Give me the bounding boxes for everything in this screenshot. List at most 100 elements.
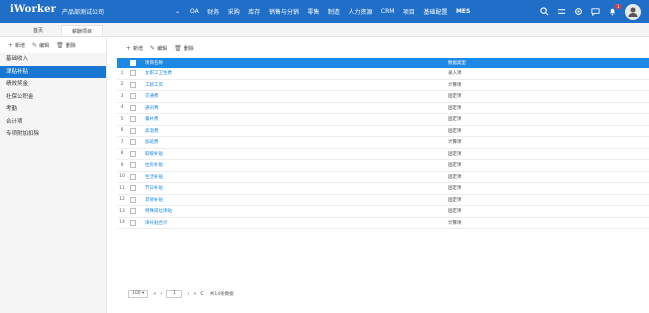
- row-checkbox[interactable]: [130, 139, 136, 146]
- item-delete-button[interactable]: 🗑 删除: [174, 45, 194, 52]
- table-row[interactable]: 6 高温费 固定项: [117, 126, 649, 137]
- item-name-link[interactable]: 餐补费: [139, 116, 444, 122]
- row-checkbox[interactable]: [130, 219, 136, 226]
- page-tab-strip: 首页 薪酬项目: [0, 23, 649, 37]
- brand-logo[interactable]: iWorker: [10, 4, 56, 15]
- row-checkbox[interactable]: [130, 196, 136, 203]
- table-row[interactable]: 2 工龄工资 计算项: [117, 80, 649, 91]
- row-checkbox[interactable]: [130, 173, 136, 180]
- category-item-attendance[interactable]: 考勤: [0, 103, 106, 116]
- category-edit-button[interactable]: ✎ 编辑: [32, 42, 49, 49]
- nav-item-retail[interactable]: 零售: [307, 7, 319, 16]
- table-row[interactable]: 9 住房补贴 固定项: [117, 160, 649, 172]
- nav-item-hr[interactable]: 人力资源: [348, 7, 372, 16]
- item-name-link[interactable]: 女职工卫生费: [139, 70, 444, 76]
- table-row[interactable]: 14 津补贴合计 计算项: [117, 218, 649, 229]
- category-item-basic-income[interactable]: 基础收入: [0, 53, 106, 66]
- last-page-button[interactable]: »: [193, 291, 196, 297]
- item-name-link[interactable]: 通讯费: [139, 105, 444, 111]
- category-delete-button[interactable]: 🗑 删除: [56, 42, 76, 49]
- row-number: 14: [119, 220, 125, 226]
- table-row[interactable]: 4 通讯费 固定项: [117, 103, 649, 114]
- nav-item-manufacturing[interactable]: 制造: [328, 7, 340, 16]
- item-name-link[interactable]: 高温费: [139, 128, 444, 134]
- page-size-select[interactable]: 100 ▾: [128, 289, 149, 298]
- row-checkbox-cell: [127, 127, 139, 134]
- header-checkbox-cell: [127, 60, 139, 66]
- header-data-type[interactable]: 数据类型: [444, 60, 649, 66]
- plus-icon: +: [8, 42, 14, 49]
- item-name-link[interactable]: 取暖补贴: [139, 151, 444, 157]
- edit-icon: ✎: [150, 44, 156, 52]
- nav-item-sales[interactable]: 销售与分销: [269, 7, 299, 16]
- items-panel: + 新增 ✎ 编辑 🗑 删除 项目名称 数据类型 1 女职工卫生费 录入项 2 工龄工资…: [117, 38, 649, 229]
- category-item-special-deduction[interactable]: 专项附加扣除: [0, 128, 106, 141]
- nav-item-basic-config[interactable]: 基础配置: [423, 7, 447, 16]
- row-checkbox[interactable]: [130, 208, 136, 215]
- table-row[interactable]: 8 取暖补贴 固定项: [117, 149, 649, 160]
- row-number: 8: [120, 151, 124, 157]
- table-row[interactable]: 13 特殊岗位津贴 固定项: [117, 206, 649, 218]
- next-page-button[interactable]: ›: [187, 291, 189, 297]
- table-row[interactable]: 1 女职工卫生费 录入项: [117, 68, 649, 80]
- item-name-link[interactable]: 津补贴合计: [139, 220, 444, 226]
- select-all-checkbox[interactable]: [130, 60, 136, 66]
- item-add-button[interactable]: + 新增: [126, 45, 143, 52]
- chat-icon[interactable]: [588, 5, 602, 19]
- category-add-button[interactable]: + 新增: [8, 42, 25, 49]
- item-name-link[interactable]: 特殊岗位津贴: [139, 208, 444, 214]
- header-item-name[interactable]: 项目名称: [139, 60, 444, 66]
- item-name-link[interactable]: 住房补贴: [139, 162, 444, 168]
- table-row[interactable]: 12 其他补贴 固定项: [117, 195, 649, 206]
- item-delete-label: 删除: [183, 45, 194, 52]
- table-row[interactable]: 7 加班费 计算项: [117, 137, 649, 149]
- company-name[interactable]: 产品部测试公司: [62, 7, 104, 16]
- avatar[interactable]: [625, 3, 641, 20]
- search-icon[interactable]: [537, 5, 551, 19]
- item-name-link[interactable]: 加班费: [139, 139, 444, 145]
- bell-icon[interactable]: 1: [605, 3, 621, 19]
- table-row[interactable]: 11 节日补贴 固定项: [117, 183, 649, 195]
- category-item-social-insurance[interactable]: 社保公积金: [0, 91, 106, 104]
- row-checkbox[interactable]: [130, 104, 136, 111]
- tab-home[interactable]: 首页: [20, 25, 56, 36]
- row-checkbox[interactable]: [130, 162, 136, 169]
- nav-item-mes[interactable]: MES: [456, 8, 470, 15]
- row-checkbox[interactable]: [130, 70, 136, 77]
- nav-item-purchase[interactable]: 采购: [228, 7, 240, 16]
- item-name-link[interactable]: 生活补贴: [139, 174, 444, 180]
- tab-salary-items[interactable]: 薪酬项目: [61, 25, 103, 36]
- row-checkbox[interactable]: [130, 150, 136, 157]
- nav-item-crm[interactable]: CRM: [381, 8, 395, 15]
- row-checkbox[interactable]: [130, 93, 136, 100]
- item-name-link[interactable]: 交通费: [139, 93, 444, 99]
- item-edit-button[interactable]: ✎ 编辑: [150, 45, 167, 52]
- item-name-link[interactable]: 工龄工资: [139, 82, 444, 88]
- table-row[interactable]: 10 生活补贴 固定项: [117, 172, 649, 183]
- menu-icon[interactable]: [554, 5, 568, 19]
- category-item-totals[interactable]: 合计项: [0, 116, 106, 129]
- page-number-input[interactable]: 1: [166, 289, 183, 298]
- category-item-bonus[interactable]: 绩效奖金: [0, 78, 106, 91]
- item-edit-label: 编辑: [157, 45, 168, 52]
- table-body: 1 女职工卫生费 录入项 2 工龄工资 计算项 3 交通费 固定项 4 通讯费 固定项 5 餐补费 固定项 6…: [117, 68, 649, 229]
- item-name-link[interactable]: 其他补贴: [139, 197, 444, 203]
- table-row[interactable]: 5 餐补费 固定项: [117, 114, 649, 126]
- prev-page-button[interactable]: ‹: [160, 291, 162, 297]
- row-number: 5: [120, 116, 124, 122]
- row-checkbox[interactable]: [130, 81, 136, 88]
- nav-item-inventory[interactable]: 库存: [248, 7, 260, 16]
- table-row[interactable]: 3 交通费 固定项: [117, 91, 649, 103]
- item-name-link[interactable]: 节日补贴: [139, 185, 444, 191]
- refresh-button[interactable]: C: [200, 291, 204, 297]
- row-checkbox[interactable]: [130, 185, 136, 192]
- nav-item-oa[interactable]: OA: [190, 8, 199, 15]
- row-checkbox[interactable]: [130, 127, 136, 134]
- nav-item-finance[interactable]: 财务: [207, 7, 219, 16]
- category-item-allowance[interactable]: 津贴补贴: [0, 65, 106, 78]
- first-page-button[interactable]: «: [153, 291, 156, 297]
- nav-item-project[interactable]: 项目: [403, 7, 415, 16]
- row-checkbox[interactable]: [130, 116, 136, 123]
- settings-icon[interactable]: [571, 5, 585, 19]
- nav-chevron-down-icon[interactable]: ⌄: [175, 8, 180, 15]
